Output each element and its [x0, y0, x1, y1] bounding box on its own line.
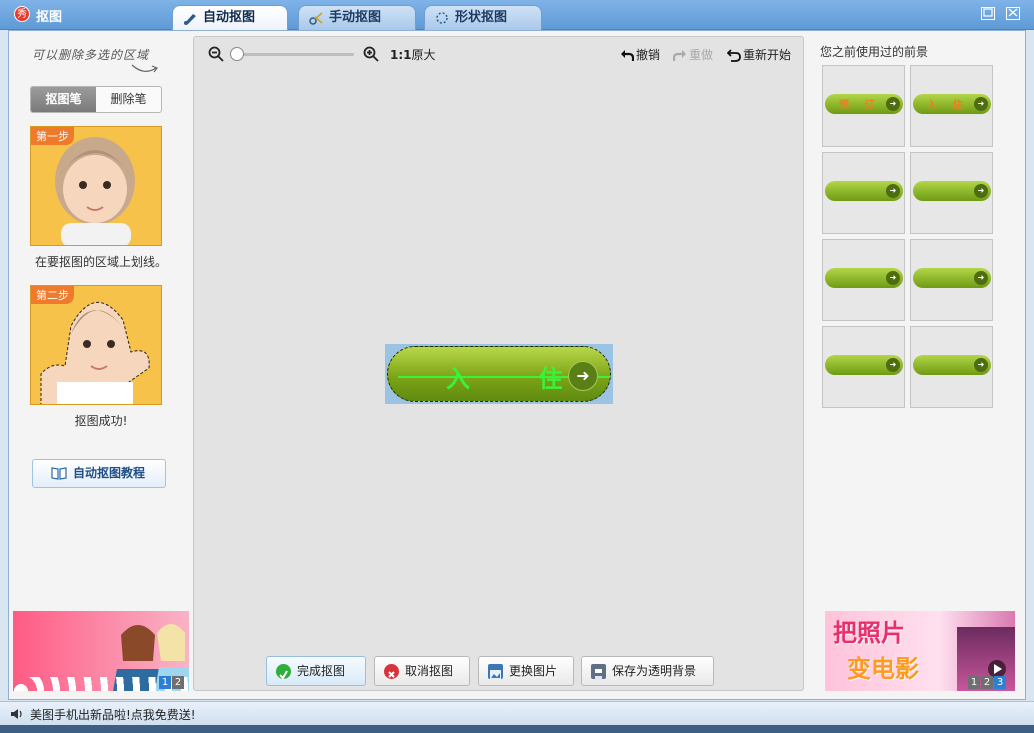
restart-icon: [726, 49, 741, 62]
zoom-slider-thumb[interactable]: [230, 47, 244, 61]
step1-caption: 在要抠图的区域上划线。: [34, 255, 167, 269]
close-button[interactable]: [1006, 7, 1020, 20]
auto-cutout-tutorial-button[interactable]: 自动抠图教程: [32, 459, 166, 488]
foreground-thumb-6[interactable]: ➜: [910, 239, 993, 321]
ad-page-2[interactable]: 2: [981, 676, 993, 689]
maximize-icon: [983, 8, 993, 17]
step2-badge: 第二步: [31, 286, 74, 304]
save-transparent-button[interactable]: 保存为透明背景: [581, 656, 714, 686]
checkin-button-image: 入 住 ➜: [387, 346, 611, 402]
restart-label: 重新开始: [743, 48, 792, 62]
cutout-pen-button[interactable]: 抠图笔: [31, 87, 96, 112]
original-size-label: 原大: [411, 48, 436, 62]
arrow-right-icon: ➜: [886, 184, 900, 198]
thumb-text: 预 订: [839, 100, 881, 111]
image-icon: [488, 664, 503, 679]
step2-image: 第二步: [30, 285, 162, 405]
tab-auto-cutout[interactable]: 自动抠图: [172, 5, 288, 30]
step1-image: 第一步: [30, 126, 162, 246]
redo-icon: [672, 50, 686, 61]
checkmark-icon: [276, 664, 291, 680]
cancel-cutout-button[interactable]: 取消抠图: [374, 656, 470, 686]
step2-caption: 抠图成功!: [74, 414, 128, 428]
pen-toggle-group: 抠图笔 删除笔: [30, 86, 162, 113]
arrow-right-icon: ➜: [974, 271, 988, 285]
arrow-right-icon: ➜: [974, 184, 988, 198]
finish-cutout-button[interactable]: 完成抠图: [266, 656, 366, 686]
foreground-thumb-8[interactable]: ➜: [910, 326, 993, 408]
ad-page-3[interactable]: 3: [994, 676, 1006, 689]
zoom-ratio-value: 1:1: [390, 48, 412, 62]
close-icon: [1008, 8, 1018, 17]
brush-icon: [184, 14, 196, 25]
tab-shape-cutout[interactable]: 形状抠图: [424, 5, 542, 30]
redo-label: 重做: [689, 48, 714, 62]
zoom-ratio[interactable]: 1:1原大: [390, 46, 436, 63]
tab-label: 自动抠图: [203, 10, 256, 25]
arrow-right-icon: ➜: [974, 97, 988, 111]
curved-arrow-icon: [131, 64, 158, 73]
foreground-thumb-1[interactable]: 预 订 ➜: [822, 65, 905, 147]
maximize-button[interactable]: [981, 7, 995, 20]
step1-badge: 第一步: [31, 127, 74, 145]
promo-status-link[interactable]: 美图手机出新品啦!点我免费送!: [30, 706, 196, 723]
arrow-right-icon: ➜: [886, 358, 900, 372]
save-disk-icon: [591, 664, 606, 680]
zoom-in-icon[interactable]: [363, 46, 379, 62]
left-panel: 可以删除多选的区域 抠图笔 删除笔 第一步 在要抠图的区域上划线。 第二步 抠图…: [10, 36, 192, 696]
foreground-thumb-3[interactable]: ➜: [822, 152, 905, 234]
shape-icon: [436, 12, 448, 24]
arrow-right-icon: ➜: [568, 361, 598, 391]
arrow-right-icon: ➜: [886, 271, 900, 285]
restart-button[interactable]: 重新开始: [726, 46, 792, 63]
thumb-text: 入 住: [927, 100, 969, 111]
taskbar-strip: [0, 725, 1034, 733]
arrow-right-icon: ➜: [974, 358, 988, 372]
app-logo-icon: 秀: [14, 6, 30, 22]
zoom-out-icon[interactable]: [208, 46, 224, 62]
finish-label: 完成抠图: [297, 664, 346, 678]
foreground-thumb-5[interactable]: ➜: [822, 239, 905, 321]
tab-manual-cutout[interactable]: 手动抠图: [298, 5, 416, 30]
speaker-icon: [11, 709, 22, 719]
pen-hint-text: 可以删除多选的区域: [32, 48, 150, 62]
undo-label: 撤销: [636, 48, 661, 62]
cancel-label: 取消抠图: [405, 664, 454, 678]
scissors-icon: [309, 12, 323, 25]
book-icon: [51, 467, 67, 480]
undo-button[interactable]: 撤销: [620, 46, 660, 63]
foreground-thumb-2[interactable]: 入 住 ➜: [910, 65, 993, 147]
canvas-panel: 1:1原大 撤销 重做 重新开始 入 住 ➜ 完成抠图 取消抠图 更换图片 保存…: [193, 36, 804, 691]
tutorial-label: 自动抠图教程: [73, 466, 146, 480]
undo-icon: [621, 50, 635, 61]
foreground-thumb-4[interactable]: ➜: [910, 152, 993, 234]
ad-page-1[interactable]: 1: [159, 676, 171, 689]
replace-label: 更换图片: [509, 664, 558, 678]
tab-label: 形状抠图: [455, 10, 508, 25]
left-ad-pager: 1 2: [159, 676, 184, 689]
ad-page-1[interactable]: 1: [968, 676, 980, 689]
redo-button[interactable]: 重做: [672, 46, 714, 63]
ad-headline-1: 把照片: [833, 619, 905, 647]
status-bar: 美图手机出新品啦!点我免费送!: [0, 701, 1034, 725]
tab-label: 手动抠图: [329, 10, 382, 25]
replace-image-button[interactable]: 更换图片: [478, 656, 574, 686]
arrow-right-icon: ➜: [886, 97, 900, 111]
cancel-icon: [384, 664, 399, 679]
window-title: 抠图: [36, 10, 63, 25]
right-ad-pager: 1 2 3: [968, 676, 1006, 689]
eraser-pen-button[interactable]: 删除笔: [96, 87, 161, 112]
foreground-thumb-7[interactable]: ➜: [822, 326, 905, 408]
save-label: 保存为透明背景: [612, 664, 697, 678]
left-ad-banner[interactable]: 1 2: [13, 611, 189, 691]
recent-foregrounds-title: 您之前使用过的前景: [820, 45, 929, 59]
cutout-selection[interactable]: 入 住 ➜: [385, 344, 613, 404]
ad-page-2[interactable]: 2: [172, 676, 184, 689]
right-ad-banner[interactable]: 把照片 变电影 1 2 3: [825, 611, 1015, 691]
title-bar: 秀 抠图 自动抠图 手动抠图 形状抠图: [0, 0, 1034, 30]
ad-headline-2: 变电影: [847, 655, 919, 683]
zoom-slider-track[interactable]: [236, 53, 354, 56]
